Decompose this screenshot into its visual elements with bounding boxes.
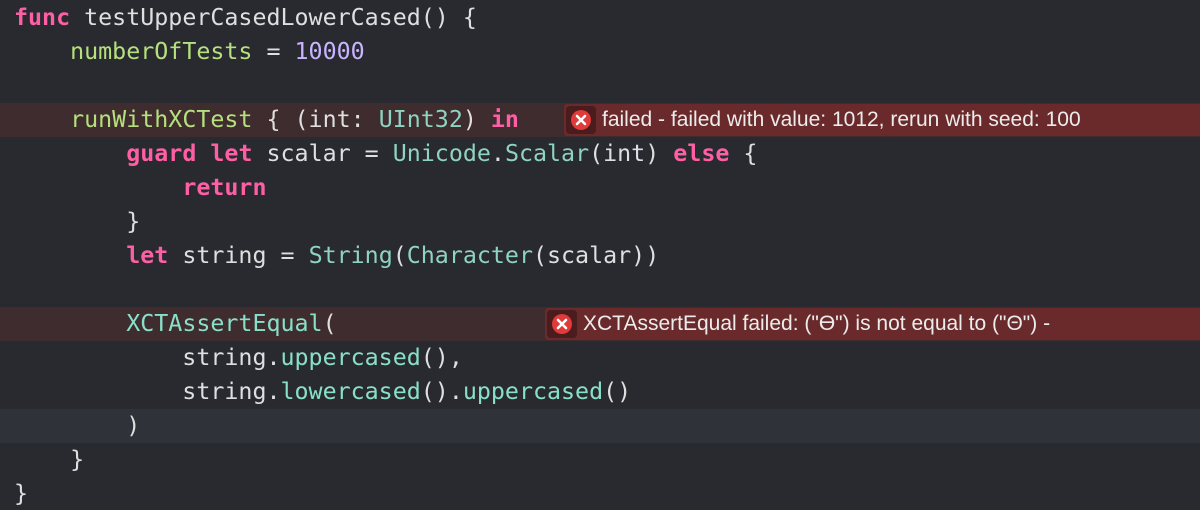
code-token: let	[126, 242, 169, 269]
code-text: }	[14, 477, 28, 510]
code-line[interactable]: return	[0, 171, 1200, 205]
code-token: ()	[603, 378, 632, 405]
code-line[interactable]	[0, 273, 1200, 307]
code-token: runWithXCTest	[70, 106, 253, 133]
code-token: UInt32	[378, 106, 463, 133]
code-token: =	[252, 38, 295, 65]
code-text: guard let scalar = Unicode.Scalar(int) e…	[14, 137, 757, 171]
code-token: uppercased	[462, 378, 604, 405]
code-token: else	[673, 140, 730, 167]
error-x-icon[interactable]	[547, 309, 577, 339]
code-token: (int)	[589, 140, 674, 167]
code-token: }	[14, 446, 85, 473]
code-token: return	[182, 174, 267, 201]
error-annotation[interactable]: XCTAssertEqual failed: ("ϴ") is not equa…	[545, 308, 1200, 340]
code-token: (scalar))	[532, 242, 660, 269]
code-token: Character	[406, 242, 533, 269]
code-line[interactable]	[0, 69, 1200, 103]
code-editor[interactable]: func testUpperCasedLowerCased() { number…	[0, 0, 1200, 510]
code-text: func testUpperCasedLowerCased() {	[14, 1, 477, 35]
error-x-icon[interactable]	[566, 105, 596, 135]
code-token: { (int:	[252, 106, 379, 133]
code-token: func	[14, 4, 71, 31]
code-token: )	[462, 106, 491, 133]
error-message: failed - failed with value: 1012, rerun …	[602, 108, 1081, 131]
code-text: )	[14, 409, 140, 443]
code-line[interactable]: func testUpperCasedLowerCased() {	[0, 1, 1200, 35]
code-token: ().	[420, 378, 463, 405]
code-line[interactable]: guard let scalar = Unicode.Scalar(int) e…	[0, 137, 1200, 171]
code-token: {	[729, 140, 758, 167]
code-line[interactable]: string.lowercased().uppercased()	[0, 375, 1200, 409]
code-token: guard	[126, 140, 197, 167]
code-token: string.	[14, 344, 281, 371]
code-token: Scalar	[504, 140, 590, 167]
code-line[interactable]: }	[0, 477, 1200, 510]
code-token: 10000	[294, 38, 365, 65]
code-token: }	[14, 208, 141, 235]
code-token: string.	[14, 378, 281, 405]
code-text: string.uppercased(),	[14, 341, 463, 375]
code-token: )	[14, 412, 141, 439]
code-token: scalar =	[252, 140, 393, 167]
code-text: XCTAssertEqual(	[14, 307, 337, 341]
error-message: XCTAssertEqual failed: ("ϴ") is not equa…	[583, 312, 1051, 335]
code-text: return	[14, 171, 266, 205]
code-line[interactable]: let string = String(Character(scalar))	[0, 239, 1200, 273]
code-token: .	[490, 140, 505, 167]
code-token: Unicode	[392, 140, 491, 167]
code-text: string.lowercased().uppercased()	[14, 375, 631, 409]
code-token: testUpperCasedLowerCased() {	[70, 4, 477, 31]
code-token: numberOfTests	[70, 38, 253, 65]
code-text: let string = String(Character(scalar))	[14, 239, 659, 273]
code-line[interactable]: }	[0, 443, 1200, 477]
code-line[interactable]: XCTAssertEqual( XCTAssertEqual failed: ("…	[0, 307, 1200, 341]
code-line[interactable]: numberOfTests = 10000	[0, 35, 1200, 69]
code-token: String	[308, 242, 393, 269]
code-text: runWithXCTest { (int: UInt32) in	[14, 103, 519, 137]
code-token: (),	[420, 344, 463, 371]
code-token: let	[210, 140, 253, 167]
code-token: }	[14, 480, 29, 507]
code-line[interactable]: string.uppercased(),	[0, 341, 1200, 375]
code-token: uppercased	[280, 344, 421, 371]
code-token: lowercased	[280, 378, 421, 405]
code-token: (	[392, 242, 407, 269]
code-text: }	[14, 205, 140, 239]
code-token: XCTAssertEqual	[126, 310, 323, 337]
code-token: in	[490, 106, 519, 133]
error-annotation[interactable]: failed - failed with value: 1012, rerun …	[564, 104, 1200, 136]
code-line[interactable]: }	[0, 205, 1200, 239]
code-text: numberOfTests = 10000	[14, 35, 365, 69]
code-text: }	[14, 443, 84, 477]
code-line[interactable]: runWithXCTest { (int: UInt32) in failed -…	[0, 103, 1200, 137]
code-token: (	[322, 310, 337, 337]
code-token: string =	[168, 242, 309, 269]
code-line[interactable]: )	[0, 409, 1200, 443]
